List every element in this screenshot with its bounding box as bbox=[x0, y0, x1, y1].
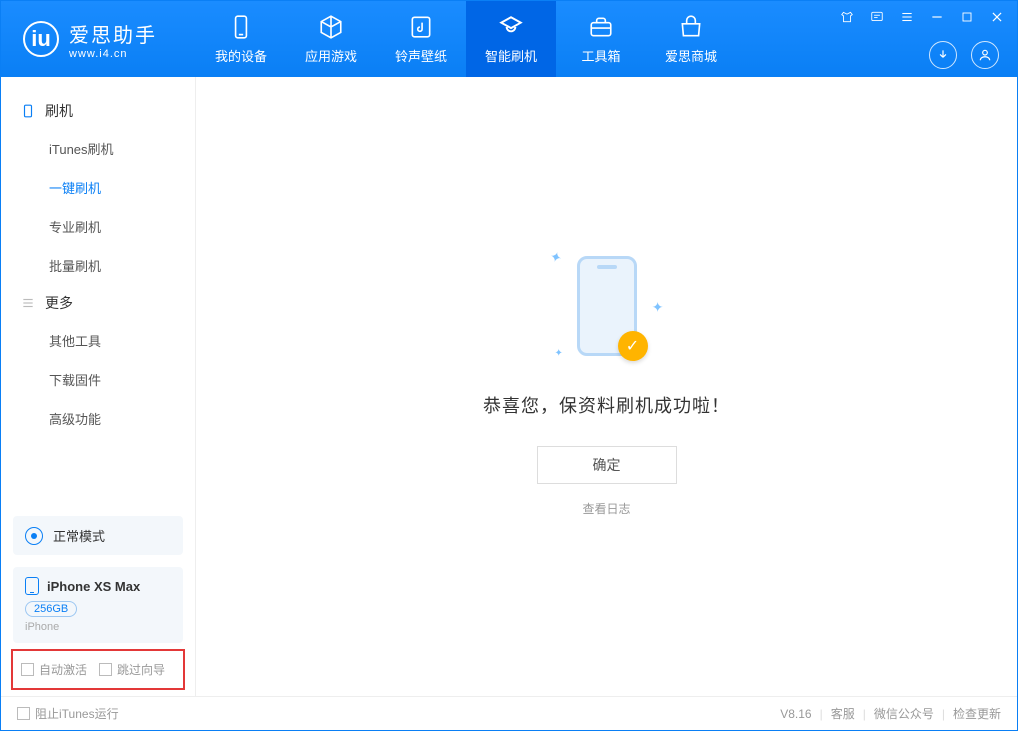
mode-icon bbox=[25, 527, 43, 545]
sidebar-item-oneclick-flash[interactable]: 一键刷机 bbox=[1, 168, 195, 207]
group-more: 更多 bbox=[1, 285, 195, 321]
app-title: 爱思助手 www.i4.cn bbox=[69, 19, 157, 60]
sidebar-menu: 刷机 iTunes刷机 一键刷机 专业刷机 批量刷机 更多 其他工具 下载固件 … bbox=[1, 77, 195, 438]
toolbox-icon bbox=[588, 14, 614, 40]
device-phone-icon bbox=[25, 577, 39, 595]
device-name: iPhone XS Max bbox=[47, 579, 140, 594]
tab-my-device[interactable]: 我的设备 bbox=[196, 1, 286, 77]
footer-link-update[interactable]: 检查更新 bbox=[953, 705, 1001, 722]
checkbox-label: 跳过向导 bbox=[117, 661, 165, 678]
tab-store[interactable]: 爱思商城 bbox=[646, 1, 736, 77]
check-badge-icon: ✓ bbox=[618, 331, 648, 361]
refresh-icon bbox=[498, 14, 524, 40]
device-block[interactable]: iPhone XS Max 256GB iPhone bbox=[13, 567, 183, 643]
footer-left: 阻止iTunes运行 bbox=[17, 705, 119, 722]
sidebar: 刷机 iTunes刷机 一键刷机 专业刷机 批量刷机 更多 其他工具 下载固件 … bbox=[1, 77, 196, 696]
minimize-button[interactable] bbox=[927, 7, 947, 27]
feedback-icon[interactable] bbox=[867, 7, 887, 27]
tab-label: 铃声壁纸 bbox=[395, 46, 447, 65]
checkbox-label: 自动激活 bbox=[39, 661, 87, 678]
sidebar-item-batch-flash[interactable]: 批量刷机 bbox=[1, 246, 195, 285]
footer: 阻止iTunes运行 V8.16 | 客服 | 微信公众号 | 检查更新 bbox=[1, 696, 1017, 730]
tab-label: 爱思商城 bbox=[665, 46, 717, 65]
group-title-label: 刷机 bbox=[45, 101, 73, 121]
phone-icon bbox=[21, 104, 35, 118]
checkbox-auto-activate[interactable]: 自动激活 bbox=[21, 661, 87, 678]
tab-apps-games[interactable]: 应用游戏 bbox=[286, 1, 376, 77]
checkbox-label: 阻止iTunes运行 bbox=[35, 705, 119, 722]
footer-right: V8.16 | 客服 | 微信公众号 | 检查更新 bbox=[780, 705, 1001, 722]
shirt-icon[interactable] bbox=[837, 7, 857, 27]
list-icon bbox=[21, 296, 35, 310]
checkbox-icon bbox=[99, 663, 112, 676]
sidebar-item-other-tools[interactable]: 其他工具 bbox=[1, 321, 195, 360]
music-icon bbox=[408, 14, 434, 40]
sparkle-icon: ✦ bbox=[547, 248, 563, 267]
tab-flash[interactable]: 智能刷机 bbox=[466, 1, 556, 77]
tab-label: 应用游戏 bbox=[305, 46, 357, 65]
tab-toolbox[interactable]: 工具箱 bbox=[556, 1, 646, 77]
success-illustration: ✦ ✦ ✦ ✓ bbox=[577, 256, 637, 356]
device-type: iPhone bbox=[25, 621, 171, 633]
success-message: 恭喜您，保资料刷机成功啦！ bbox=[483, 392, 730, 418]
mode-block[interactable]: 正常模式 bbox=[13, 516, 183, 555]
footer-link-support[interactable]: 客服 bbox=[831, 705, 855, 722]
cube-icon bbox=[318, 14, 344, 40]
main-tabs: 我的设备 应用游戏 铃声壁纸 智能刷机 工具箱 爱思商城 bbox=[196, 1, 736, 77]
logo-area: iu 爱思助手 www.i4.cn bbox=[1, 19, 196, 60]
app-window: iu 爱思助手 www.i4.cn 我的设备 应用游戏 铃声壁纸 智能刷机 bbox=[0, 0, 1018, 731]
shop-icon bbox=[678, 14, 704, 40]
device-icon bbox=[228, 14, 254, 40]
bottom-options-highlight: 自动激活 跳过向导 bbox=[11, 649, 185, 690]
sidebar-item-download-firmware[interactable]: 下载固件 bbox=[1, 360, 195, 399]
checkbox-skip-guide[interactable]: 跳过向导 bbox=[99, 661, 165, 678]
close-button[interactable] bbox=[987, 7, 1007, 27]
app-logo-icon: iu bbox=[23, 21, 59, 57]
menu-icon[interactable] bbox=[897, 7, 917, 27]
app-name: 爱思助手 bbox=[69, 19, 157, 48]
checkbox-icon bbox=[21, 663, 34, 676]
body: 刷机 iTunes刷机 一键刷机 专业刷机 批量刷机 更多 其他工具 下载固件 … bbox=[1, 77, 1017, 696]
ok-button[interactable]: 确定 bbox=[537, 446, 677, 484]
footer-link-wechat[interactable]: 微信公众号 bbox=[874, 705, 934, 722]
app-url: www.i4.cn bbox=[69, 48, 157, 60]
mode-label: 正常模式 bbox=[53, 526, 105, 545]
phone-illustration-icon: ✦ ✦ ✦ ✓ bbox=[577, 256, 637, 356]
group-flash: 刷机 bbox=[1, 93, 195, 129]
window-controls bbox=[837, 7, 1007, 27]
main-content: ✦ ✦ ✦ ✓ 恭喜您，保资料刷机成功啦！ 确定 查看日志 bbox=[196, 77, 1017, 696]
device-name-row: iPhone XS Max bbox=[25, 577, 171, 595]
maximize-button[interactable] bbox=[957, 7, 977, 27]
tab-ringtone-wallpaper[interactable]: 铃声壁纸 bbox=[376, 1, 466, 77]
account-button[interactable] bbox=[971, 41, 999, 69]
tab-label: 我的设备 bbox=[215, 46, 267, 65]
sidebar-item-advanced[interactable]: 高级功能 bbox=[1, 399, 195, 438]
download-button[interactable] bbox=[929, 41, 957, 69]
header: iu 爱思助手 www.i4.cn 我的设备 应用游戏 铃声壁纸 智能刷机 bbox=[1, 1, 1017, 77]
tab-label: 工具箱 bbox=[581, 46, 620, 65]
sidebar-item-itunes-flash[interactable]: iTunes刷机 bbox=[1, 129, 195, 168]
tab-label: 智能刷机 bbox=[485, 46, 537, 65]
group-title-label: 更多 bbox=[45, 293, 73, 313]
version-label: V8.16 bbox=[780, 707, 811, 721]
checkbox-block-itunes[interactable]: 阻止iTunes运行 bbox=[17, 705, 119, 722]
sidebar-item-pro-flash[interactable]: 专业刷机 bbox=[1, 207, 195, 246]
sparkle-icon: ✦ bbox=[652, 299, 664, 316]
device-capacity: 256GB bbox=[25, 601, 77, 617]
view-log-link[interactable]: 查看日志 bbox=[582, 500, 630, 517]
checkbox-icon bbox=[17, 707, 30, 720]
sparkle-icon: ✦ bbox=[555, 348, 563, 359]
header-right-buttons bbox=[929, 41, 999, 69]
